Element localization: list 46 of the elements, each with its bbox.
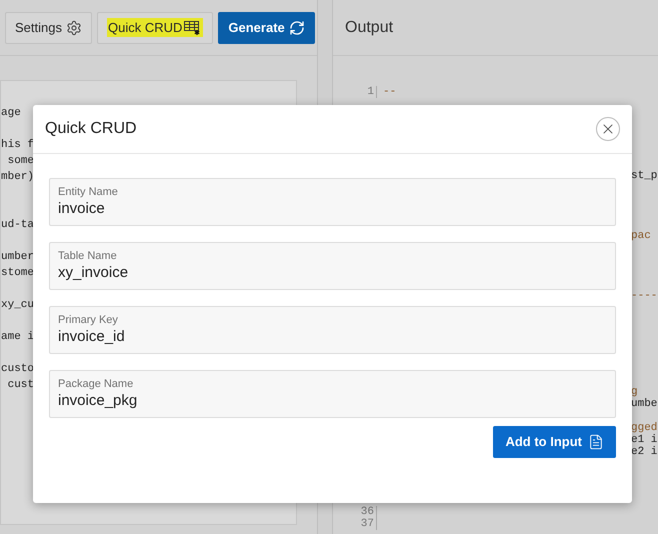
code-text: e1 i: [631, 434, 658, 446]
field-label: Entity Name: [58, 185, 119, 199]
toolbar-button[interactable]: Settings: [5, 12, 92, 44]
document-icon: [588, 434, 604, 450]
field-label: Primary Key: [58, 313, 119, 327]
code-text: g: [631, 386, 638, 398]
code-text: custo: [1, 362, 34, 377]
code-text: his f: [1, 138, 34, 153]
text-field[interactable]: Entity Name invoice: [49, 178, 616, 226]
code-text: umber: [1, 250, 34, 265]
code-text: stome: [1, 266, 34, 281]
gear-icon: [66, 20, 82, 36]
code-text: ----: [631, 290, 658, 302]
code-text: st_p: [631, 170, 658, 182]
table-asterisk-icon: [184, 20, 202, 36]
code-text: xy_cu: [1, 298, 34, 313]
field-value: invoice_id: [58, 327, 126, 347]
code-text: --: [383, 86, 396, 98]
code-text: age: [1, 106, 21, 121]
code-text: cust: [6, 378, 34, 393]
generate-button[interactable]: Generate: [218, 12, 315, 44]
line-number: 36: [360, 506, 374, 518]
code-text: umbe: [631, 398, 658, 410]
text-field[interactable]: Package Name invoice_pkg: [49, 370, 616, 418]
refresh-icon: [288, 20, 305, 36]
code-text: some: [6, 154, 34, 169]
field-value: xy_invoice: [58, 263, 130, 283]
field-value: invoice_pkg: [58, 391, 138, 411]
dialog-title: Quick CRUD: [45, 119, 137, 139]
close-button[interactable]: [596, 117, 620, 141]
field-label: Package Name: [58, 377, 134, 391]
code-text: gged: [631, 422, 658, 434]
field-label: Table Name: [58, 249, 118, 263]
code-text: pac: [631, 230, 651, 242]
field-value: invoice: [58, 199, 106, 219]
code-text: mber): [1, 170, 34, 185]
line-number: 37: [360, 518, 374, 530]
code-text: ud-ta: [1, 218, 34, 233]
code-text: ame i: [1, 330, 34, 345]
toolbar-button[interactable]: Quick CRUD: [96, 12, 214, 44]
text-field[interactable]: Primary Key invoice_id: [49, 306, 616, 354]
line-number: 1: [367, 86, 374, 98]
add-to-input-button[interactable]: Add to Input: [493, 426, 616, 458]
panel-title: Output: [345, 18, 394, 38]
text-field[interactable]: Table Name xy_invoice: [49, 242, 616, 290]
code-text: e2 i: [631, 446, 658, 458]
